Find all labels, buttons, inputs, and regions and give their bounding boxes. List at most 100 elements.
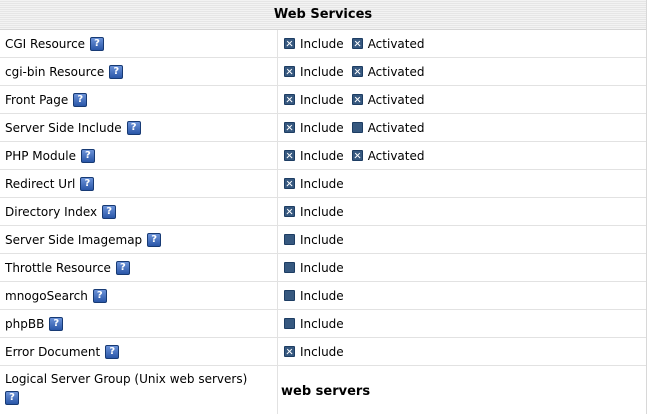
help-icon[interactable]: ?	[126, 120, 141, 135]
service-options-cell: Include Activated	[278, 30, 646, 57]
help-icon[interactable]: ?	[80, 148, 95, 163]
include-checkbox-unchecked[interactable]	[284, 318, 295, 329]
help-icon[interactable]: ?	[92, 288, 107, 303]
services-list: CGI Resource? Include Activated cgi-bin Res…	[0, 30, 646, 366]
service-label-cell: Front Page?	[0, 86, 278, 113]
help-icon[interactable]: ?	[115, 260, 130, 275]
activated-checkbox-unchecked[interactable]	[351, 122, 363, 133]
include-checkbox-unchecked[interactable]	[284, 234, 295, 245]
include-label: Include	[300, 148, 344, 163]
service-label: Directory Index	[5, 204, 98, 219]
service-label-cell: Server Side Include?	[0, 114, 278, 141]
service-label: Server Side Include	[5, 120, 122, 135]
service-row: Error Document? Include	[0, 338, 646, 366]
server-group-value: web servers	[281, 383, 371, 399]
service-row: Directory Index? Include	[0, 198, 646, 226]
help-icon[interactable]: ?	[73, 92, 88, 107]
activated-label: Activated	[367, 36, 425, 51]
service-options-cell: Include	[278, 226, 646, 253]
service-label: Throttle Resource	[5, 260, 111, 275]
server-group-row: Logical Server Group (Unix web servers) …	[0, 366, 646, 414]
service-label-cell: Throttle Resource?	[0, 254, 278, 281]
service-options-cell: Include	[278, 282, 646, 309]
service-label-cell: cgi-bin Resource?	[0, 58, 278, 85]
service-row: Server Side Imagemap? Include	[0, 226, 646, 254]
service-label: Error Document	[5, 344, 101, 359]
service-row: Throttle Resource? Include	[0, 254, 646, 282]
service-label-cell: Server Side Imagemap?	[0, 226, 278, 253]
include-checkbox-checked[interactable]	[284, 346, 295, 357]
web-services-panel: Web Services CGI Resource? Include Activat…	[0, 0, 647, 414]
include-checkbox-checked[interactable]	[284, 94, 295, 105]
server-group-value-cell: web servers	[278, 366, 646, 414]
activated-checkbox-checked[interactable]	[351, 150, 363, 161]
service-row: cgi-bin Resource? Include Activated	[0, 58, 646, 86]
service-label: Server Side Imagemap	[5, 232, 143, 247]
service-options-cell: Include	[278, 170, 646, 197]
include-label: Include	[300, 260, 344, 275]
activated-checkbox-checked[interactable]	[351, 94, 363, 105]
include-label: Include	[300, 344, 344, 359]
service-label: PHP Module	[5, 148, 76, 163]
help-icon[interactable]: ?	[49, 316, 64, 331]
activated-label: Activated	[367, 148, 425, 163]
service-options-cell: Include	[278, 338, 646, 365]
service-label-cell: CGI Resource?	[0, 30, 278, 57]
service-label-cell: mnogoSearch?	[0, 282, 278, 309]
include-label: Include	[300, 288, 344, 303]
service-label-cell: Directory Index?	[0, 198, 278, 225]
service-row: Front Page? Include Activated	[0, 86, 646, 114]
include-label: Include	[300, 232, 344, 247]
include-checkbox-unchecked[interactable]	[284, 262, 295, 273]
activated-checkbox-checked[interactable]	[351, 38, 363, 49]
service-label: cgi-bin Resource	[5, 64, 105, 79]
service-label-cell: Error Document?	[0, 338, 278, 365]
include-label: Include	[300, 64, 344, 79]
include-label: Include	[300, 120, 344, 135]
service-row: Redirect Url? Include	[0, 170, 646, 198]
service-label: phpBB	[5, 316, 45, 331]
help-icon[interactable]: ?	[102, 204, 117, 219]
activated-label: Activated	[367, 92, 425, 107]
include-checkbox-checked[interactable]	[284, 178, 295, 189]
service-row: mnogoSearch? Include	[0, 282, 646, 310]
server-group-label: Logical Server Group (Unix web servers)	[5, 372, 248, 386]
include-checkbox-unchecked[interactable]	[284, 290, 295, 301]
include-label: Include	[300, 316, 344, 331]
service-options-cell: Include	[278, 198, 646, 225]
help-icon[interactable]: ?	[105, 344, 120, 359]
include-checkbox-checked[interactable]	[284, 206, 295, 217]
help-icon[interactable]: ?	[80, 176, 95, 191]
include-checkbox-checked[interactable]	[284, 66, 295, 77]
service-label: CGI Resource	[5, 36, 86, 51]
include-label: Include	[300, 176, 344, 191]
service-options-cell: Include Activated	[278, 142, 646, 169]
include-label: Include	[300, 92, 344, 107]
service-label-cell: Redirect Url?	[0, 170, 278, 197]
include-checkbox-checked[interactable]	[284, 122, 295, 133]
service-options-cell: Include Activated	[278, 114, 646, 141]
service-options-cell: Include	[278, 254, 646, 281]
help-icon[interactable]: ?	[90, 36, 105, 51]
activated-label: Activated	[367, 64, 425, 79]
include-checkbox-checked[interactable]	[284, 150, 295, 161]
service-options-cell: Include	[278, 310, 646, 337]
activated-label: Activated	[367, 120, 425, 135]
activated-checkbox-checked[interactable]	[351, 66, 363, 77]
service-label: mnogoSearch	[5, 288, 88, 303]
help-icon[interactable]: ?	[5, 391, 19, 405]
include-checkbox-checked[interactable]	[284, 38, 295, 49]
service-row: PHP Module? Include Activated	[0, 142, 646, 170]
help-icon[interactable]: ?	[147, 232, 162, 247]
help-icon[interactable]: ?	[109, 64, 124, 79]
service-label: Redirect Url	[5, 176, 76, 191]
service-label-cell: phpBB?	[0, 310, 278, 337]
service-row: CGI Resource? Include Activated	[0, 30, 646, 58]
include-label: Include	[300, 204, 344, 219]
include-label: Include	[300, 36, 344, 51]
service-row: phpBB? Include	[0, 310, 646, 338]
server-group-label-cell: Logical Server Group (Unix web servers) …	[0, 366, 278, 414]
service-options-cell: Include Activated	[278, 58, 646, 85]
service-row: Server Side Include? Include Activated	[0, 114, 646, 142]
service-label: Front Page	[5, 92, 69, 107]
